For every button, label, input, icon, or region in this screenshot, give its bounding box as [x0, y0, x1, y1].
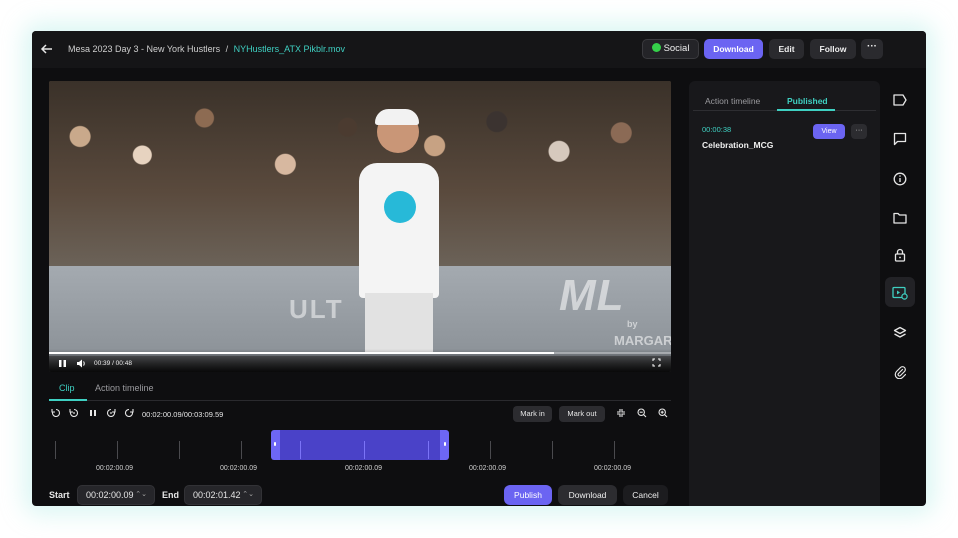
panel-tabs: Action timeline Published	[693, 93, 876, 111]
timeline-label: 00:02:00.09	[594, 465, 631, 472]
entry-more-button[interactable]: ···	[851, 124, 867, 139]
clip-download-button[interactable]: Download	[558, 485, 617, 505]
clip-handle-left[interactable]	[274, 442, 276, 446]
clip-handle-right[interactable]	[444, 442, 446, 446]
tab-published-underline	[777, 109, 835, 111]
pause-icon[interactable]	[58, 359, 67, 370]
zoom-in-icon[interactable]	[658, 408, 668, 421]
fit-timeline-icon[interactable]	[616, 408, 626, 421]
timeline-tick	[241, 441, 242, 459]
tab-clip-underline	[49, 399, 87, 401]
timecode-display: 00:02:00.09/00:03:09.59	[142, 410, 224, 419]
top-bar: Mesa 2023 Day 3 - New York Hustlers / NY…	[32, 31, 926, 68]
start-time-value: 00:02:00.09	[86, 490, 134, 500]
fast-forward-icon[interactable]	[124, 408, 134, 421]
athlete-shirt-logo	[384, 191, 416, 223]
layers-icon[interactable]	[885, 317, 915, 347]
chevron-up-down-icon[interactable]: ⌃⌄	[242, 486, 254, 504]
video-frame-text: MARGARITA	[614, 333, 671, 348]
chevron-up-down-icon[interactable]: ⌃⌄	[135, 486, 147, 504]
social-status-dot-icon	[651, 43, 661, 52]
video-frame-text: ML	[559, 271, 625, 320]
tab-clip[interactable]: Clip	[59, 383, 75, 393]
athlete-shorts	[365, 293, 433, 353]
athlete-shirt	[359, 163, 439, 298]
timeline-tick	[428, 441, 429, 459]
arrow-left-icon[interactable]	[40, 42, 54, 56]
more-options-button[interactable]: ···	[861, 39, 883, 59]
volume-icon[interactable]	[76, 359, 86, 370]
comment-icon[interactable]	[885, 123, 915, 153]
published-entry-time: 00:00:38	[702, 125, 732, 134]
zoom-out-icon[interactable]	[637, 408, 647, 421]
paperclip-icon[interactable]	[885, 356, 915, 386]
published-entry-title: Celebration_MCG	[702, 140, 774, 150]
tab-panel-published[interactable]: Published	[787, 96, 828, 106]
video-frame-text: by	[627, 319, 638, 329]
tab-action-timeline[interactable]: Action timeline	[95, 383, 154, 393]
breadcrumb-parent[interactable]: Mesa 2023 Day 3 - New York Hustlers	[68, 44, 220, 54]
mark-out-button[interactable]: Mark out	[559, 406, 605, 422]
video-progress-bar[interactable]	[49, 352, 671, 354]
clip-tabs: Clip Action timeline	[49, 381, 671, 401]
social-button-label: Social	[663, 43, 690, 54]
timeline-label: 00:02:00.09	[469, 465, 506, 472]
timeline-tick	[490, 441, 491, 459]
breadcrumb-separator: /	[225, 44, 229, 54]
timeline-tick	[300, 441, 301, 459]
social-button[interactable]: Social	[642, 39, 699, 59]
video-progress-fill	[49, 352, 555, 354]
mark-in-button[interactable]: Mark in	[513, 406, 552, 422]
timeline-label: 00:02:00.09	[220, 465, 257, 472]
timeline-tick	[55, 441, 56, 459]
video-settings-icon[interactable]	[885, 277, 915, 307]
timeline-tick	[552, 441, 553, 459]
end-label: End	[162, 490, 179, 500]
athlete-cap	[375, 109, 419, 125]
info-icon[interactable]	[885, 163, 915, 193]
publish-button[interactable]: Publish	[504, 485, 552, 505]
lock-icon[interactable]	[885, 239, 915, 269]
video-frame-text: ULT	[289, 294, 344, 324]
end-time-value: 00:02:01.42	[193, 490, 241, 500]
start-time-field[interactable]: 00:02:00.09 ⌃⌄	[77, 485, 155, 505]
published-panel: Action timeline Published 00:00:38 Celeb…	[689, 81, 880, 506]
timeline-tick	[614, 441, 615, 459]
timeline-tick	[179, 441, 180, 459]
timeline-label: 00:02:00.09	[345, 465, 382, 472]
video-player[interactable]: ML ULT MARGARITA by 00:39 / 00:48	[49, 81, 671, 372]
cancel-button[interactable]: Cancel	[623, 485, 668, 505]
timeline-tick	[364, 441, 365, 459]
step-forward-icon[interactable]	[106, 408, 116, 421]
video-time-display: 00:39 / 00:48	[94, 360, 132, 367]
start-label: Start	[49, 490, 70, 500]
rewind-icon[interactable]	[51, 408, 61, 421]
breadcrumb: Mesa 2023 Day 3 - New York Hustlers / NY…	[68, 44, 345, 54]
end-time-field[interactable]: 00:02:01.42 ⌃⌄	[184, 485, 262, 505]
app-window: Mesa 2023 Day 3 - New York Hustlers / NY…	[32, 31, 926, 506]
tab-panel-action-timeline[interactable]: Action timeline	[705, 96, 760, 106]
fullscreen-icon[interactable]	[652, 358, 661, 369]
breadcrumb-file[interactable]: NYHustlers_ATX Pikblr.mov	[234, 44, 345, 54]
timeline-tick	[117, 441, 118, 459]
clip-selection-range[interactable]	[271, 430, 449, 460]
follow-button[interactable]: Follow	[810, 39, 856, 59]
clip-timeline[interactable]: 00:02:00.09 00:02:00.09 00:02:00.09 00:0…	[49, 429, 671, 479]
tag-icon[interactable]	[885, 84, 915, 114]
step-back-icon[interactable]	[69, 408, 79, 421]
pause-icon[interactable]	[88, 408, 98, 421]
edit-button[interactable]: Edit	[769, 39, 804, 59]
video-frame-athlete	[349, 109, 449, 372]
download-button[interactable]: Download	[704, 39, 763, 59]
view-button[interactable]: View	[813, 124, 845, 139]
folder-icon[interactable]	[885, 202, 915, 232]
timeline-label: 00:02:00.09	[96, 465, 133, 472]
